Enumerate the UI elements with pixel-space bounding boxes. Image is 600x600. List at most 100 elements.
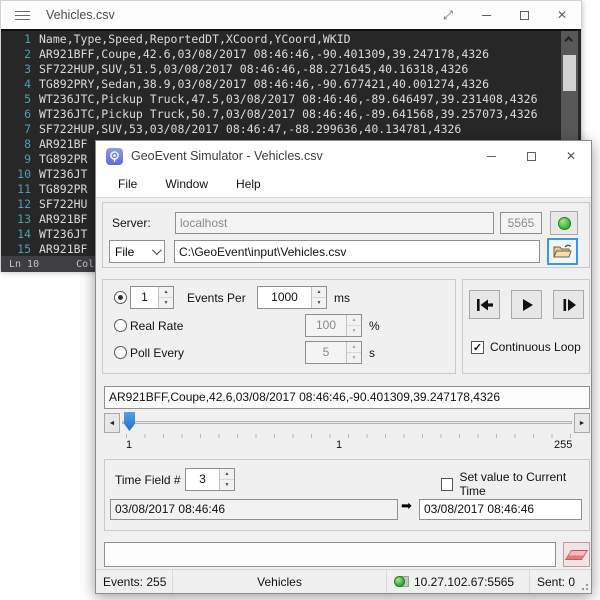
eraser-icon (565, 550, 588, 560)
time-from-field[interactable]: 03/08/2017 08:46:46 (110, 499, 398, 520)
interval-stepper[interactable]: 1000 ▲▼ (257, 286, 327, 309)
chevron-down-icon (152, 245, 162, 255)
csv-line: 6WT236JTC,Pickup Truck,50.7,03/08/2017 0… (1, 107, 581, 122)
continuous-loop-label: Continuous Loop (490, 340, 581, 354)
menubar: File Window Help (96, 171, 591, 198)
csv-line: 3SF722HUP,SUV,51.5,03/08/2017 08:46:46,-… (1, 62, 581, 77)
server-label: Server: (112, 216, 151, 230)
event-count-stepper[interactable]: 1 ▲▼ (130, 286, 174, 309)
minimize-button[interactable] (467, 1, 505, 29)
go-to-start-button[interactable] (469, 290, 500, 319)
csv-line: 5WT236JTC,Pickup Truck,47.5,03/08/2017 0… (1, 92, 581, 107)
editor-title: Vehicles.csv (46, 8, 429, 22)
play-button[interactable] (511, 290, 542, 319)
close-button[interactable]: ✕ (551, 141, 591, 171)
simulator-statusbar: Events: 255 Vehicles 10.27.102.67:5565 S… (96, 569, 591, 593)
continuous-loop-checkbox[interactable]: ✓ (471, 341, 484, 354)
spin-up-icon[interactable]: ▲ (220, 469, 234, 480)
slider-current-label: 1 (336, 439, 342, 451)
csv-line: 7SF722HUP,SUV,53,03/08/2017 08:46:47,-88… (1, 122, 581, 137)
spin-up-icon: ▲ (347, 315, 361, 326)
spin-up-icon[interactable]: ▲ (159, 287, 173, 298)
source-type-select[interactable]: File (109, 240, 165, 263)
spin-down-icon[interactable]: ▼ (312, 298, 326, 308)
slider-left-button[interactable]: ◄ (104, 413, 120, 433)
events-per-label: Events Per (187, 291, 246, 305)
poll-every-label: Poll Every (130, 346, 184, 360)
source-type-value: File (115, 245, 134, 259)
slider-right-button[interactable]: ► (574, 413, 590, 433)
csv-line: 2AR921BFF,Coupe,42.6,03/08/2017 08:46:46… (1, 47, 581, 62)
open-folder-icon (553, 244, 572, 259)
set-current-time-row: Set value to Current Time (441, 470, 589, 498)
app-icon (106, 148, 123, 165)
spin-down-icon: ▼ (347, 353, 361, 363)
maximize-button[interactable] (505, 1, 543, 29)
minimize-icon (487, 156, 496, 157)
close-button[interactable]: ✕ (543, 1, 581, 29)
expand-icon[interactable]: ⤢ (429, 1, 467, 29)
server-port-input[interactable] (500, 212, 542, 234)
time-field-stepper[interactable]: 3 ▲▼ (185, 468, 235, 491)
spin-down-icon: ▼ (347, 326, 361, 336)
time-to-field[interactable]: 03/08/2017 08:46:46 (419, 499, 582, 520)
slider-ticks (126, 434, 572, 438)
file-path-input[interactable] (174, 240, 540, 263)
connect-button[interactable] (550, 211, 578, 235)
scroll-up-icon[interactable] (561, 31, 578, 47)
set-current-time-label: Set value to Current Time (459, 470, 589, 498)
set-current-time-checkbox[interactable] (441, 478, 453, 491)
line-indicator: Ln 10 (9, 259, 39, 270)
poll-interval-stepper: 5 ▲▼ (305, 341, 362, 364)
menu-file[interactable]: File (108, 172, 147, 196)
server-host-input[interactable] (175, 212, 494, 234)
real-rate-stepper: 100 ▲▼ (305, 314, 362, 337)
csv-line: 1Name,Type,Speed,ReportedDT,XCoord,YCoor… (1, 32, 581, 47)
layer-name: Vehicles (172, 570, 386, 593)
current-event-field[interactable]: AR921BFF,Coupe,42.6,03/08/2017 08:46:46,… (104, 386, 590, 409)
maximize-button[interactable] (511, 141, 551, 171)
events-per-radio[interactable] (114, 291, 127, 304)
skip-to-start-icon (475, 297, 495, 313)
rate-group: 1 ▲▼ Events Per 1000 ▲▼ ms Real Rate 100… (102, 279, 456, 374)
connection-status-icon (394, 575, 409, 588)
connect-icon (558, 217, 571, 230)
spin-up-icon: ▲ (347, 342, 361, 353)
event-slider-thumb[interactable] (124, 412, 135, 431)
arrow-right-icon: ➡ (401, 498, 412, 514)
spin-up-icon[interactable]: ▲ (312, 287, 326, 298)
clear-button[interactable] (563, 542, 590, 567)
step-forward-icon (559, 297, 579, 313)
browse-file-button[interactable] (547, 238, 578, 265)
connection-status: 10.27.102.67:5565 (386, 570, 529, 593)
time-field-label: Time Field # (115, 473, 181, 487)
event-slider-track[interactable] (122, 421, 572, 424)
poll-every-radio[interactable] (114, 346, 127, 359)
poll-unit-label: s (369, 346, 375, 360)
maximize-icon (520, 11, 529, 20)
scrollbar-thumb[interactable] (563, 55, 576, 91)
spin-down-icon[interactable]: ▼ (159, 298, 173, 308)
poll-every-row: Poll Every 5 ▲▼ s (114, 341, 449, 365)
window-title: GeoEvent Simulator - Vehicles.csv (131, 149, 471, 163)
geoevent-simulator-window: GeoEvent Simulator - Vehicles.csv ✕ File… (95, 140, 592, 594)
spin-down-icon[interactable]: ▼ (220, 480, 234, 490)
real-rate-radio[interactable] (114, 319, 127, 332)
message-log-field (104, 542, 556, 567)
editor-titlebar: Vehicles.csv ⤢ ✕ (1, 1, 581, 29)
interval-unit-label: ms (334, 291, 350, 305)
step-button[interactable] (553, 290, 584, 319)
csv-line: 4TG892PRY,Sedan,38.9,03/08/2017 08:46:46… (1, 77, 581, 92)
connection-address: 10.27.102.67:5565 (414, 575, 514, 589)
connection-group: Server: File (102, 202, 590, 268)
events-count: Events: 255 (96, 570, 172, 593)
minimize-button[interactable] (471, 141, 511, 171)
menu-help[interactable]: Help (226, 172, 271, 196)
menu-icon[interactable] (15, 11, 30, 20)
menu-window[interactable]: Window (155, 172, 218, 196)
time-field-group: Time Field # 3 ▲▼ Set value to Current T… (104, 459, 590, 531)
real-rate-unit-label: % (369, 319, 380, 333)
slider-min-label: 1 (126, 439, 132, 451)
continuous-loop-row: ✓ Continuous Loop (471, 340, 581, 354)
simulator-titlebar: GeoEvent Simulator - Vehicles.csv ✕ (96, 141, 591, 171)
